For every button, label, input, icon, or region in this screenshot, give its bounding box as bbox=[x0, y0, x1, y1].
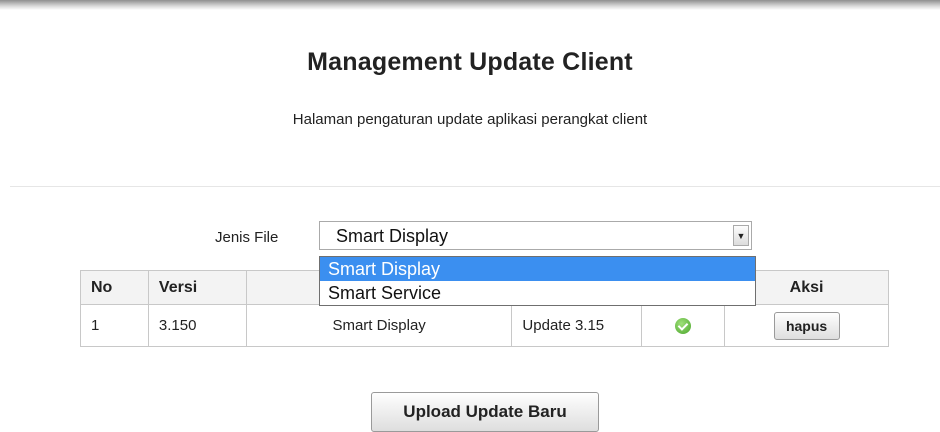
top-shadow-bar bbox=[0, 0, 940, 10]
dropdown-option-smart-service[interactable]: Smart Service bbox=[320, 281, 755, 305]
check-circle-icon bbox=[675, 318, 692, 335]
chevron-down-icon[interactable]: ▼ bbox=[733, 225, 749, 246]
dropdown-option-smart-display[interactable]: Smart Display bbox=[320, 257, 755, 281]
cell-keterangan: Update 3.15 bbox=[511, 304, 643, 347]
file-type-selected-value: Smart Display bbox=[336, 226, 449, 246]
file-type-dropdown[interactable]: Smart Display Smart Service bbox=[319, 256, 756, 306]
column-header-no: No bbox=[80, 270, 149, 305]
cell-jenis: Smart Display bbox=[245, 304, 513, 347]
cell-no: 1 bbox=[80, 304, 149, 347]
page-title: Management Update Client bbox=[307, 48, 633, 76]
delete-button[interactable]: hapus bbox=[773, 311, 840, 340]
table-row: 1 3.150 Smart Display Update 3.15 hapus bbox=[80, 304, 889, 347]
upload-update-button[interactable]: Upload Update Baru bbox=[371, 392, 599, 432]
page-subtitle: Halaman pengaturan update aplikasi peran… bbox=[292, 111, 648, 128]
column-header-versi: Versi bbox=[147, 270, 247, 305]
file-type-label: Jenis File bbox=[215, 229, 279, 246]
cell-status bbox=[641, 304, 726, 347]
cell-aksi: hapus bbox=[724, 304, 889, 347]
cell-versi: 3.150 bbox=[147, 304, 247, 347]
section-divider bbox=[10, 186, 940, 187]
file-type-select[interactable]: Smart Display ▼ bbox=[319, 221, 752, 250]
